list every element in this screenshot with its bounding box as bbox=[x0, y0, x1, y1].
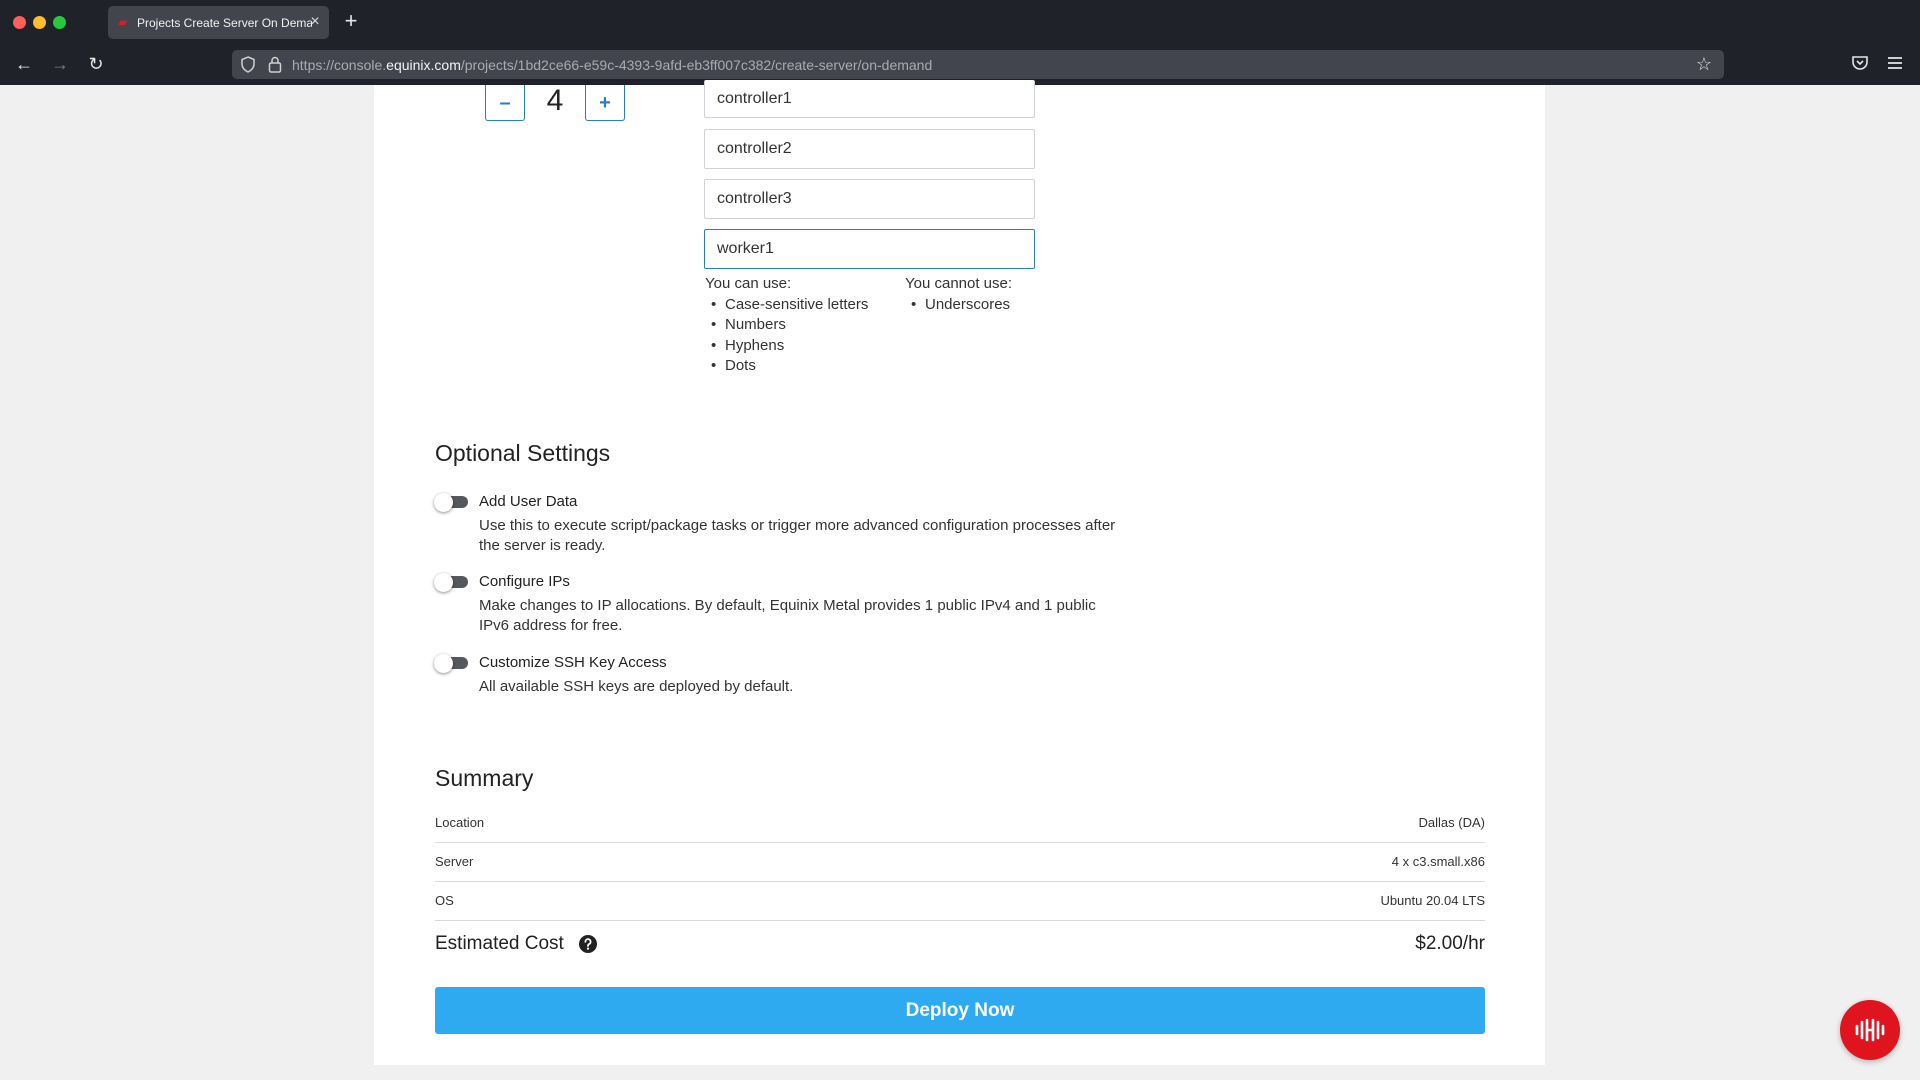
configure-ips-description: Make changes to IP allocations. By defau… bbox=[479, 597, 1096, 634]
tab-title: Projects Create Server On Demand bbox=[137, 16, 312, 30]
hostname-input-4[interactable] bbox=[704, 229, 1035, 269]
summary-row-location: Location Dallas (DA) bbox=[435, 805, 1485, 843]
estimated-cost-value: $2.00/hr bbox=[1415, 933, 1485, 954]
estimated-cost-label: Estimated Cost bbox=[435, 933, 564, 954]
summary-label: OS bbox=[435, 893, 454, 908]
user-data-toggle[interactable] bbox=[434, 493, 470, 512]
disallowed-title: You cannot use: bbox=[905, 275, 1013, 292]
disallowed-characters: You cannot use: Underscores bbox=[905, 274, 1012, 315]
hamburger-menu-icon[interactable] bbox=[1885, 53, 1905, 73]
user-data-description: Use this to execute script/package tasks… bbox=[479, 517, 1116, 554]
url-text[interactable]: https://console.equinix.com/projects/1bd… bbox=[292, 57, 932, 73]
disallowed-item: Underscores bbox=[911, 295, 1012, 316]
user-data-title: Add User Data bbox=[479, 493, 578, 510]
summary-label: Location bbox=[435, 815, 485, 830]
summary-value: 4 x c3.small.x86 bbox=[1391, 854, 1485, 869]
configure-ips-title: Configure IPs bbox=[479, 573, 570, 590]
forward-icon[interactable]: → bbox=[48, 52, 72, 76]
equinix-logo-icon bbox=[1855, 1018, 1885, 1042]
address-bar[interactable]: https://console.equinix.com/projects/1bd… bbox=[232, 50, 1724, 79]
allowed-item: Case-sensitive letters bbox=[711, 295, 868, 316]
hostname-input-3[interactable] bbox=[704, 179, 1035, 219]
disallowed-list: Underscores bbox=[905, 295, 1012, 316]
shield-icon[interactable] bbox=[240, 56, 256, 73]
ssh-key-title: Customize SSH Key Access bbox=[479, 654, 667, 671]
browser-chrome: ▰ Projects Create Server On Demand × + ←… bbox=[0, 0, 1920, 85]
configure-ips-toggle[interactable] bbox=[434, 573, 470, 592]
url-prefix: https://console. bbox=[292, 57, 387, 73]
summary-title: Summary bbox=[435, 765, 534, 791]
hostname-input-1[interactable] bbox=[704, 80, 1035, 118]
new-tab-button[interactable]: + bbox=[341, 10, 361, 34]
allowed-item: Dots bbox=[711, 356, 868, 377]
increment-button[interactable]: + bbox=[585, 85, 625, 121]
minimize-window-button[interactable] bbox=[33, 16, 46, 29]
summary-row-os: OS Ubuntu 20.04 LTS bbox=[435, 883, 1485, 921]
url-path: /projects/1bd2ce66-e59c-4393-9afd-eb3ff0… bbox=[460, 57, 933, 73]
summary-row-server: Server 4 x c3.small.x86 bbox=[435, 844, 1485, 882]
tab-strip: ▰ Projects Create Server On Demand × + bbox=[0, 0, 1920, 44]
deploy-now-button[interactable]: Deploy Now bbox=[435, 987, 1485, 1034]
allowed-characters: You can use: Case-sensitive letters Numb… bbox=[705, 274, 868, 377]
close-window-button[interactable] bbox=[13, 16, 26, 29]
ssh-key-description: All available SSH keys are deployed by d… bbox=[479, 678, 794, 695]
navigation-bar: ← → ↻ https://console.equinix.com/projec… bbox=[0, 44, 1920, 85]
hostname-input-2[interactable] bbox=[704, 129, 1035, 169]
optional-settings-title: Optional Settings bbox=[435, 440, 611, 466]
allowed-title: You can use: bbox=[705, 275, 792, 292]
ssh-key-toggle[interactable] bbox=[434, 654, 470, 673]
lock-icon[interactable] bbox=[268, 56, 282, 73]
summary-label: Server bbox=[435, 854, 474, 869]
summary-value: Ubuntu 20.04 LTS bbox=[1380, 893, 1485, 908]
quantity-stepper: – 4 + bbox=[485, 85, 625, 121]
allowed-item: Numbers bbox=[711, 315, 868, 336]
equinix-favicon-icon: ▰ bbox=[118, 15, 128, 29]
allowed-item: Hyphens bbox=[711, 336, 868, 357]
chat-support-button[interactable] bbox=[1840, 1000, 1900, 1060]
allowed-list: Case-sensitive letters Numbers Hyphens D… bbox=[705, 295, 868, 377]
reload-icon[interactable]: ↻ bbox=[84, 52, 108, 76]
tab-close-icon[interactable]: × bbox=[306, 12, 324, 32]
url-domain: equinix.com bbox=[386, 57, 461, 73]
help-question-icon[interactable] bbox=[579, 935, 597, 953]
back-icon[interactable]: ← bbox=[12, 52, 36, 76]
pocket-icon[interactable] bbox=[1850, 53, 1870, 73]
summary-value: Dallas (DA) bbox=[1418, 815, 1485, 830]
maximize-window-button[interactable] bbox=[53, 16, 66, 29]
browser-tab[interactable]: ▰ Projects Create Server On Demand × bbox=[108, 6, 329, 39]
bookmark-star-icon[interactable]: ☆ bbox=[1694, 54, 1714, 74]
quantity-value: 4 bbox=[546, 84, 564, 117]
decrement-button[interactable]: – bbox=[485, 85, 525, 121]
